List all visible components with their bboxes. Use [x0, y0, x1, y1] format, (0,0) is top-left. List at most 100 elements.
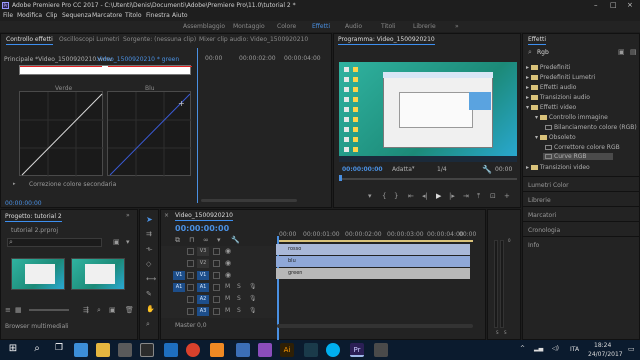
tree-item-predefiniti[interactable]: ▸ Predefiniti: [526, 64, 570, 71]
new-bin-icon[interactable]: ▣: [618, 48, 625, 56]
quality-select[interactable]: 1/4: [437, 166, 447, 173]
clip-thumbnail[interactable]: [11, 258, 65, 290]
track-v2-label[interactable]: V2: [197, 259, 209, 268]
source-patch-v1[interactable]: V1: [173, 271, 185, 280]
tab-sequence[interactable]: Video_1500920210: [175, 212, 233, 221]
workspace-assemblaggio[interactable]: Assemblaggio: [183, 23, 225, 30]
wrench-icon[interactable]: 🔧: [482, 165, 492, 174]
tree-item-transizioni-video[interactable]: ▸ Transizioni video: [526, 164, 590, 171]
explorer-icon[interactable]: [96, 343, 110, 357]
ripple-edit-tool-icon[interactable]: ⟛: [146, 245, 152, 254]
thumbnail-zoom-slider[interactable]: [29, 309, 69, 311]
new-custom-bin-icon[interactable]: ▤: [630, 48, 637, 56]
tab-programma[interactable]: Programma: Video_1500920210: [338, 36, 435, 45]
workspace-more-icon[interactable]: »: [455, 23, 459, 30]
illustrator-icon[interactable]: Ai: [280, 343, 294, 357]
razor-tool-icon[interactable]: ◇: [146, 260, 151, 268]
tab-controllo-effetti[interactable]: Controllo effetti: [6, 36, 53, 45]
workspace-effetti[interactable]: Effetti: [312, 23, 330, 30]
a2-mute-icon[interactable]: M: [225, 295, 230, 302]
mark-in-icon[interactable]: {: [382, 192, 386, 200]
step-back-icon[interactable]: ◂|: [422, 192, 428, 200]
track-a3-label[interactable]: A3: [197, 307, 209, 316]
filter-icon[interactable]: ▾: [126, 238, 130, 246]
panel-marcatori[interactable]: Marcatori: [528, 212, 556, 219]
panel-info[interactable]: Info: [528, 242, 539, 249]
selection-tool-icon[interactable]: ➤: [146, 215, 153, 224]
program-video-frame[interactable]: [339, 62, 517, 162]
program-scrub-bar[interactable]: [339, 178, 517, 180]
v3-sync-icon[interactable]: [213, 248, 220, 255]
a2-mic-icon[interactable]: 🎙: [249, 295, 257, 302]
automate-icon[interactable]: ⇶: [83, 306, 89, 314]
a1-mic-icon[interactable]: 🎙: [249, 283, 257, 290]
maximize-button[interactable]: □: [610, 1, 617, 9]
tree-item-predefiniti-lumetri[interactable]: ▸ Predefiniti Lumetri: [526, 74, 595, 81]
icon-view-icon[interactable]: ▦: [15, 306, 22, 314]
v3-eye-icon[interactable]: ◉: [225, 247, 231, 255]
tree-item-effetti-audio[interactable]: ▸ Effetti audio: [526, 84, 576, 91]
tree-item-correttore-colore-rgb[interactable]: Correttore colore RGB: [545, 144, 620, 151]
add-marker-icon[interactable]: ▾: [368, 192, 372, 200]
opera-icon[interactable]: [186, 343, 200, 357]
close-button[interactable]: ×: [627, 1, 633, 9]
network-icon[interactable]: ▂▄: [534, 345, 543, 352]
panel-menu-icon[interactable]: »: [126, 212, 130, 219]
list-view-icon[interactable]: ≡: [5, 306, 11, 314]
media-icon[interactable]: [140, 343, 154, 357]
play-icon[interactable]: ▶: [436, 192, 441, 200]
minimize-button[interactable]: –: [594, 1, 598, 9]
menu-file[interactable]: File: [3, 12, 13, 19]
tab-oscilloscopi-lumetri[interactable]: Oscilloscopi Lumetri: [59, 36, 119, 43]
effect-controls-scrollbar[interactable]: [201, 199, 297, 202]
tree-item-curve-rgb[interactable]: Curve RGB: [543, 153, 613, 160]
timeline-settings-icon[interactable]: 🔧: [231, 236, 240, 244]
menu-aiuto[interactable]: Aiuto: [172, 12, 188, 19]
language-indicator[interactable]: ITA: [570, 346, 579, 353]
project-search-input[interactable]: [7, 238, 102, 247]
menu-titolo[interactable]: Titolo: [125, 12, 142, 19]
lift-icon[interactable]: ⤒: [477, 192, 480, 201]
a1-mute-icon[interactable]: M: [225, 283, 230, 290]
go-to-in-icon[interactable]: ⇤: [408, 192, 414, 200]
panel-lumetri-color[interactable]: Lumetri Color: [528, 182, 569, 189]
workspace-audio[interactable]: Audio: [345, 23, 362, 30]
menu-marcatore[interactable]: Marcatore: [92, 12, 122, 19]
a1-solo-icon[interactable]: S: [237, 283, 241, 290]
fit-select[interactable]: Adatta: [392, 166, 412, 173]
work-area-bar[interactable]: [277, 240, 473, 242]
sequence-thumbnail[interactable]: [71, 258, 125, 290]
workspace-librerie[interactable]: Librerie: [413, 23, 436, 30]
tab-mixer-clip-audio[interactable]: Mixer clip audio: Video_1500920210: [199, 36, 308, 43]
track-a1-label[interactable]: A1: [197, 283, 209, 292]
premiere-icon[interactable]: Pr: [350, 343, 364, 357]
search-icon[interactable]: ⌕: [30, 343, 44, 357]
track-v1-label[interactable]: V1: [197, 271, 209, 280]
v2-lock-icon[interactable]: [187, 260, 194, 267]
a2-sync-icon[interactable]: [213, 296, 220, 303]
pen-tool-icon[interactable]: ✎: [146, 290, 152, 298]
nest-icon[interactable]: ⧉: [175, 236, 180, 245]
vlc-icon[interactable]: [210, 343, 224, 357]
tree-item-obsoleto[interactable]: ▾ Obsoleto: [535, 134, 576, 141]
a3-mic-icon[interactable]: 🎙: [249, 307, 257, 314]
tree-item-bilanciamento-colore[interactable]: Bilanciamento colore (RGB): [545, 124, 637, 131]
delete-icon[interactable]: 🗑: [125, 306, 134, 314]
clock-time[interactable]: 18:24: [594, 342, 611, 349]
export-frame-icon[interactable]: ⊡: [490, 192, 496, 200]
mark-out-icon[interactable]: }: [394, 192, 398, 200]
clip-green[interactable]: green: [276, 268, 470, 279]
green-curve-graph[interactable]: [19, 91, 104, 177]
linked-selection-icon[interactable]: ∞: [203, 236, 209, 244]
zoom-tool-icon[interactable]: ⌕: [146, 320, 150, 329]
clip-blu[interactable]: blu: [276, 256, 470, 267]
blue-curve-graph[interactable]: +: [107, 91, 192, 177]
chrome-icon[interactable]: [164, 343, 178, 357]
meter-solo-right[interactable]: S: [504, 330, 507, 335]
a2-solo-icon[interactable]: S: [237, 295, 241, 302]
track-v3-label[interactable]: V3: [197, 247, 209, 256]
find-icon[interactable]: ⌕: [97, 306, 101, 315]
master-volume[interactable]: 0,0: [197, 322, 207, 329]
v2-sync-icon[interactable]: [213, 260, 220, 267]
menu-modifica[interactable]: Modifica: [17, 12, 42, 19]
